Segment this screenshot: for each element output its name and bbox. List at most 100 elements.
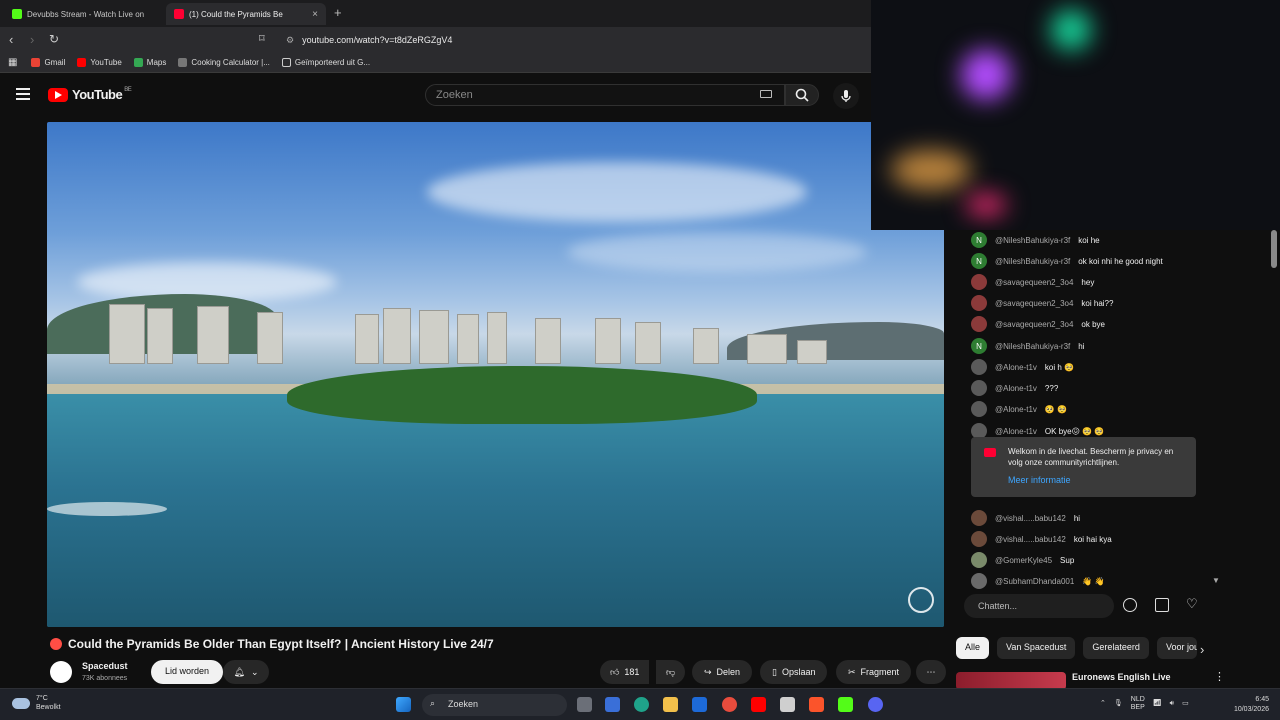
chat-message[interactable]: N @NileshBahukiya-r3f koi he <box>971 232 1231 248</box>
chat-avatar[interactable] <box>971 316 987 332</box>
chip-for-you[interactable]: Voor jou <box>1156 637 1197 659</box>
tab-kick-stream[interactable]: Devubbs Stream - Watch Live on <box>4 3 162 25</box>
discord-icon[interactable] <box>868 697 883 712</box>
chat-message[interactable]: @vishal.....babu142 hi <box>971 510 1231 526</box>
chat-avatar[interactable] <box>971 274 987 290</box>
clock[interactable]: 6:45 10/03/2026 <box>1225 695 1269 715</box>
reload-icon[interactable]: ↻ <box>49 32 59 46</box>
volume-icon[interactable]: 🔊︎ <box>1170 700 1174 708</box>
bookmark-youtube[interactable]: YouTube <box>77 58 122 67</box>
back-arrow-icon[interactable]: ‹ <box>9 32 13 47</box>
battery-icon[interactable]: ▭ <box>1182 700 1189 708</box>
chat-author[interactable]: @Alone-t1v <box>995 427 1037 436</box>
more-actions-button[interactable]: ⋯ <box>916 660 946 684</box>
related-video-item[interactable]: Euronews English Live ⋮ <box>956 670 1276 690</box>
chat-avatar[interactable] <box>971 295 987 311</box>
wifi-icon[interactable]: 📶︎ <box>1153 700 1162 708</box>
heart-icon[interactable]: ♡ <box>1186 596 1198 612</box>
more-info-link[interactable]: Meer informatie <box>1008 475 1071 485</box>
chat-input[interactable]: Chatten... <box>964 594 1114 618</box>
search-input[interactable]: Zoeken <box>425 84 785 106</box>
store-icon[interactable] <box>605 697 620 712</box>
chat-avatar[interactable]: N <box>971 338 987 354</box>
chat-author[interactable]: @NileshBahukiya-r3f <box>995 342 1070 351</box>
chat-scrollbar[interactable] <box>1271 230 1277 268</box>
chat-author[interactable]: @GomerKyle45 <box>995 556 1052 565</box>
chat-message[interactable]: @Alone-t1v koi h 🥺 <box>971 359 1231 375</box>
forward-arrow-icon[interactable]: › <box>30 32 34 47</box>
edge-icon[interactable] <box>634 697 649 712</box>
new-tab-button[interactable]: + <box>334 5 342 20</box>
task-view-icon[interactable] <box>577 697 592 712</box>
channel-watermark-icon[interactable] <box>908 587 934 613</box>
chat-avatar[interactable] <box>971 380 987 396</box>
chip-from-channel[interactable]: Van Spacedust <box>997 637 1076 659</box>
chat-author[interactable]: @Alone-t1v <box>995 405 1037 414</box>
menu-icon[interactable] <box>16 88 30 100</box>
chat-message[interactable]: @Alone-t1v 🥺 🥺 <box>971 401 1231 417</box>
chat-message[interactable]: @savagequeen2_3o4 koi hai?? <box>971 295 1231 311</box>
kick-app-icon[interactable] <box>838 697 853 712</box>
chat-author[interactable]: @SubhamDhanda001 <box>995 577 1074 586</box>
chat-author[interactable]: @savagequeen2_3o4 <box>995 299 1073 308</box>
chat-author[interactable]: @NileshBahukiya-r3f <box>995 257 1070 266</box>
weather-widget[interactable]: 7°C Bewolkt <box>12 694 61 712</box>
bookmark-cooking-calculator[interactable]: Cooking Calculator |... <box>178 58 270 67</box>
search-button[interactable] <box>785 84 819 106</box>
chat-avatar[interactable] <box>971 531 987 547</box>
chat-message[interactable]: @SubhamDhanda001 👋 👋 <box>971 573 1231 589</box>
chat-avatar[interactable] <box>971 552 987 568</box>
taskbar-search[interactable]: ⌕ Zoeken <box>422 694 567 716</box>
chat-author[interactable]: @NileshBahukiya-r3f <box>995 236 1070 245</box>
chat-author[interactable]: @vishal.....babu142 <box>995 514 1066 523</box>
notification-button[interactable]: 🔔︎ ⌄ <box>223 660 269 684</box>
chevron-up-icon[interactable]: ⌃ <box>1100 700 1106 708</box>
youtube-app-icon[interactable] <box>751 697 766 712</box>
close-tab-icon[interactable]: × <box>312 9 318 20</box>
notepad-icon[interactable] <box>780 697 795 712</box>
chevron-right-icon[interactable]: › <box>1200 642 1204 657</box>
chat-author[interactable]: @savagequeen2_3o4 <box>995 278 1073 287</box>
chat-message[interactable]: @savagequeen2_3o4 ok bye <box>971 316 1231 332</box>
emoji-icon[interactable] <box>1123 598 1137 612</box>
join-button[interactable]: Lid worden <box>151 660 224 684</box>
more-options-icon[interactable]: ⋮ <box>1214 670 1225 683</box>
youtube-logo[interactable]: YouTube BE <box>48 87 132 102</box>
tab-youtube-active[interactable]: (1) Could the Pyramids Be × <box>166 3 326 25</box>
scroll-down-icon[interactable]: ▼ <box>1212 576 1220 585</box>
video-player[interactable] <box>47 122 944 627</box>
channel-name[interactable]: Spacedust <box>82 661 128 671</box>
chat-message[interactable]: @Alone-t1v??? <box>971 380 1231 396</box>
bookmark-maps[interactable]: Maps <box>133 58 166 67</box>
chat-avatar[interactable] <box>971 510 987 526</box>
chat-author[interactable]: @savagequeen2_3o4 <box>995 320 1073 329</box>
apps-grid-icon[interactable]: ▦ <box>8 57 17 68</box>
clip-button[interactable]: ✂ Fragment <box>836 660 912 684</box>
chat-avatar[interactable] <box>971 401 987 417</box>
bookmark-folder-imported[interactable]: Geïmporteerd uit G... <box>281 58 370 67</box>
chat-message[interactable]: N @NileshBahukiya-r3f hi <box>971 338 1231 354</box>
voice-search-button[interactable] <box>833 83 859 109</box>
chat-message[interactable]: @GomerKyle45 Sup <box>971 552 1231 568</box>
related-title[interactable]: Euronews English Live <box>1072 672 1171 682</box>
chat-message[interactable]: @vishal.....babu142 koi hai kya <box>971 531 1231 547</box>
file-explorer-icon[interactable] <box>663 697 678 712</box>
channel-avatar[interactable] <box>50 661 72 683</box>
url-field[interactable]: ⚙ youtube.com/watch?v=t8dZeRGZgV4 <box>282 30 872 50</box>
microphone-tray-icon[interactable]: 🎙︎ <box>1114 700 1123 708</box>
chat-message[interactable]: N @NileshBahukiya-r3f ok koi nhi he good n… <box>971 253 1231 269</box>
super-chat-icon[interactable] <box>1155 598 1169 612</box>
chat-avatar[interactable]: N <box>971 253 987 269</box>
dislike-button[interactable]: 👎︎ <box>656 660 686 684</box>
chrome-icon[interactable] <box>722 697 737 712</box>
save-button[interactable]: ▯ Opslaan <box>760 660 828 684</box>
keyboard-icon[interactable] <box>760 90 772 98</box>
chat-author[interactable]: @Alone-t1v <box>995 384 1037 393</box>
chat-author[interactable]: @Alone-t1v <box>995 363 1037 372</box>
chat-avatar[interactable] <box>971 573 987 589</box>
site-info-icon[interactable]: ⚙ <box>286 35 294 46</box>
chat-avatar[interactable]: N <box>971 232 987 248</box>
like-button[interactable]: 👍︎ 181 <box>600 660 650 684</box>
brave-icon[interactable] <box>809 697 824 712</box>
bookmark-icon[interactable]: ⌑ <box>259 32 265 45</box>
